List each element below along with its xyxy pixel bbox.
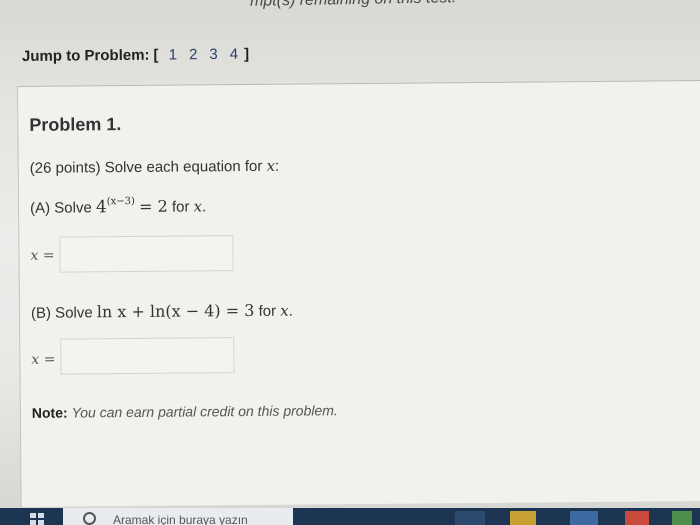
problem-instructions: (26 points) Solve each equation for x:: [30, 157, 280, 177]
note-text: You can earn partial credit on this prob…: [71, 402, 338, 421]
problem-link-3[interactable]: 3: [209, 46, 218, 63]
problem-link-1[interactable]: 1: [169, 46, 178, 63]
part-a-end: .: [202, 198, 207, 216]
problem-link-2[interactable]: 2: [189, 46, 198, 63]
taskbar-search-box[interactable]: Aramak için buraya yazın: [63, 508, 293, 525]
part-a-question: (A) Solve 4(x−3) = 2 for x.: [30, 195, 206, 218]
open-bracket: [: [153, 46, 159, 64]
remaining-attempts-text: mpt(s) remaining on this test.: [250, 0, 457, 11]
answer-b-label: x =: [31, 351, 56, 368]
answer-a-input[interactable]: [59, 235, 234, 273]
answer-b-input[interactable]: [60, 337, 235, 375]
partial-credit-note: Note: You can earn partial credit on this…: [32, 402, 338, 421]
search-icon: [83, 512, 96, 525]
taskbar-search-text: Aramak için buraya yazın: [113, 513, 248, 525]
file-explorer-icon[interactable]: [510, 511, 536, 525]
part-a-rhs: = 2: [139, 196, 168, 216]
close-bracket: ]: [243, 45, 250, 63]
part-a-prefix: (A) Solve: [29, 199, 92, 217]
part-b-equation: ln x + ln(x − 4) = 3: [96, 300, 255, 322]
problem-link-4[interactable]: 4: [230, 46, 239, 63]
note-label: Note:: [31, 404, 68, 421]
problem-title: Problem 1.: [29, 114, 122, 135]
taskbar: Aramak için buraya yazın: [0, 508, 700, 525]
part-a-variable: x: [193, 197, 203, 216]
part-b-for: for: [258, 302, 277, 320]
answer-a-label: x =: [30, 247, 55, 264]
part-b-end: .: [288, 302, 293, 320]
windows-start-icon[interactable]: [30, 513, 44, 525]
taskbar-app-icon-4[interactable]: [672, 511, 692, 525]
jump-to-problem-nav: Jump to Problem:[ 1 2 3 4]: [22, 46, 249, 65]
jump-label: Jump to Problem:: [21, 46, 150, 65]
part-b-question: (B) Solve ln x + ln(x − 4) = 3 for x.: [31, 301, 293, 322]
taskbar-app-icon-2[interactable]: [570, 511, 598, 525]
problem-panel: Problem 1. (26 points) Solve each equati…: [17, 79, 700, 507]
taskbar-app-icon[interactable]: [455, 511, 485, 525]
part-b-variable: x: [280, 301, 289, 320]
intro-prefix: (26 points) Solve each equation for: [29, 157, 263, 177]
part-a-exponent: (x−3): [106, 195, 135, 208]
intro-suffix: :: [274, 157, 280, 175]
part-a-for: for: [171, 198, 190, 216]
taskbar-app-icon-3[interactable]: [625, 511, 649, 525]
part-b-prefix: (B) Solve: [30, 304, 93, 322]
part-a-base: 4: [95, 197, 107, 218]
